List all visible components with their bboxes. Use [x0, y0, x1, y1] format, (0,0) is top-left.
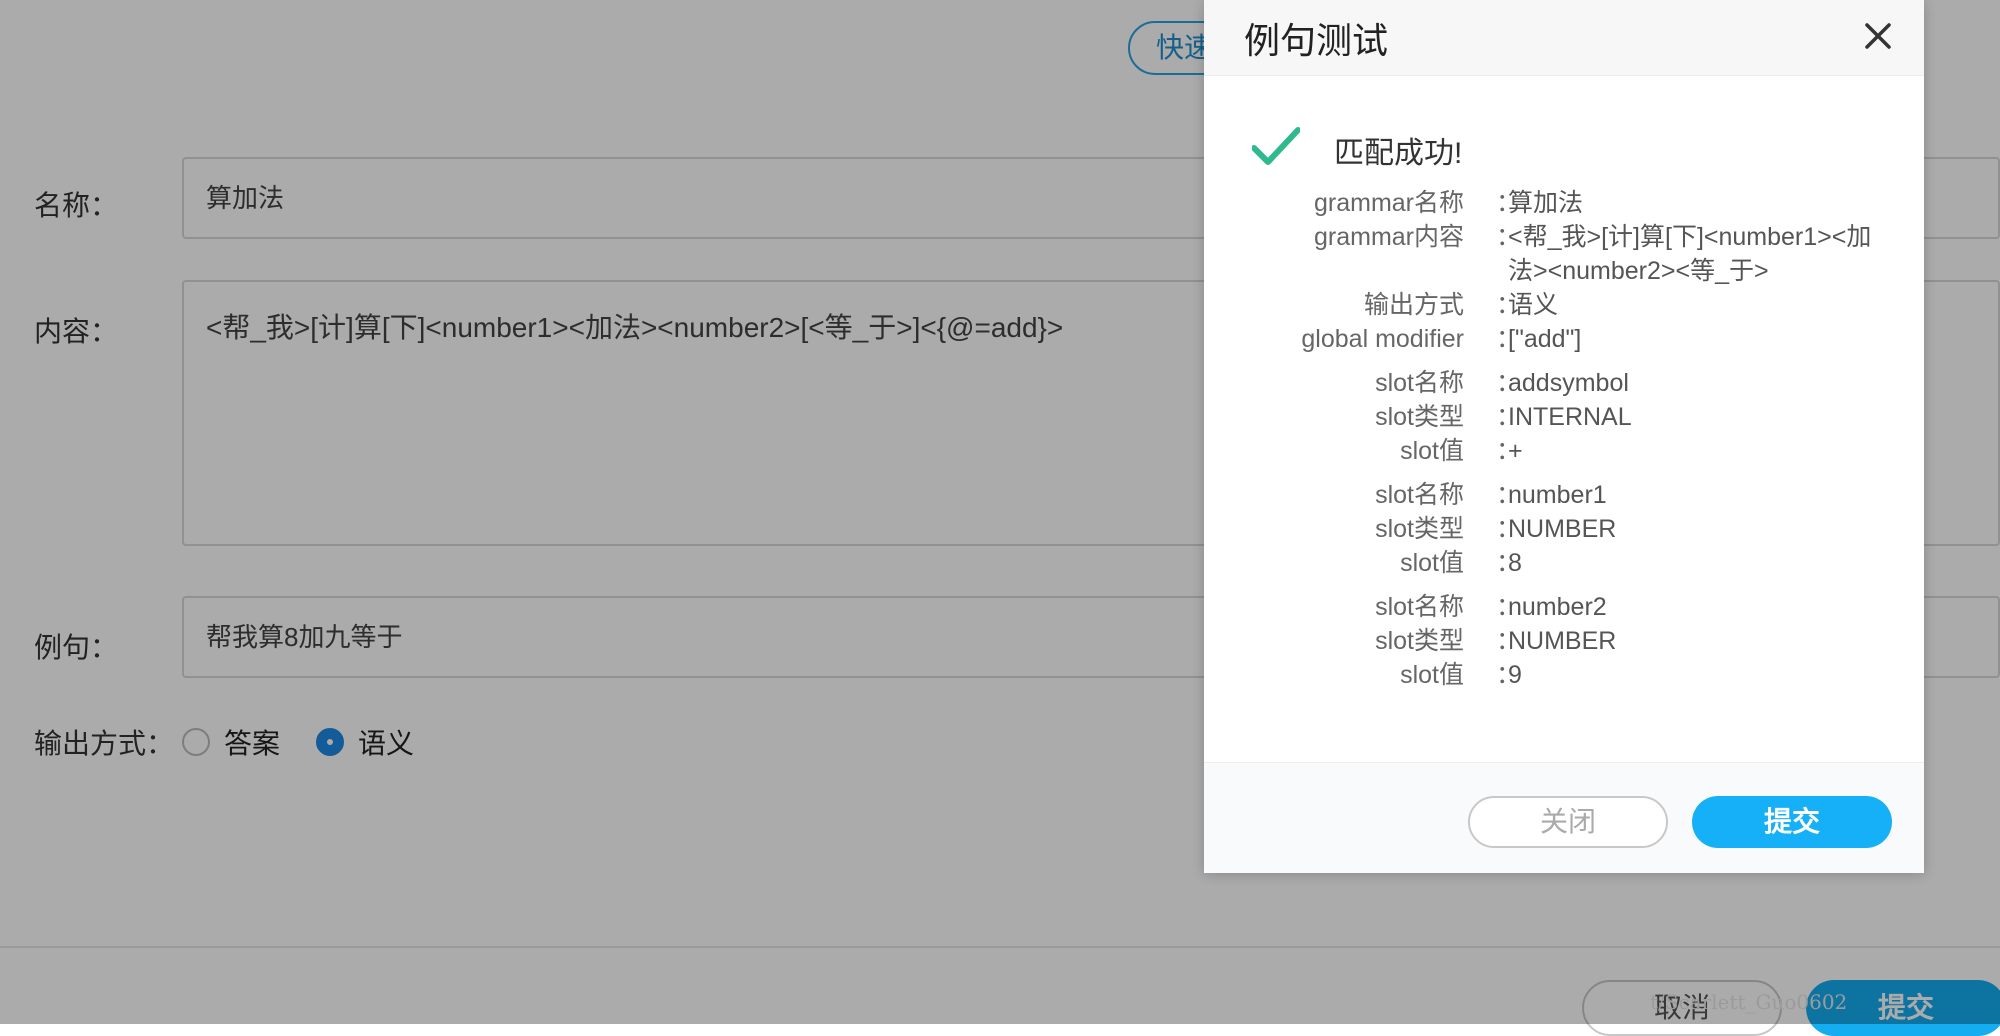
slot-key: slot值: [1400, 437, 1464, 465]
result-key: 输出方式: [1363, 291, 1464, 319]
slot-key: slot类型: [1375, 627, 1464, 655]
close-icon[interactable]: [1860, 18, 1896, 54]
slot-value: NUMBER: [1508, 515, 1617, 543]
result-value: 语义: [1508, 291, 1559, 319]
dialog-close-button[interactable]: 关闭: [1468, 796, 1668, 848]
dialog-title: 例句测试: [1244, 20, 1389, 61]
example-test-dialog: 例句测试 匹配成功! grammar名称 ： 算加法 grammar内容 ： <…: [1204, 0, 1924, 873]
dialog-submit-button[interactable]: 提交: [1692, 796, 1892, 848]
slot-key: slot名称: [1375, 369, 1464, 397]
result-value: <帮_我>[计]算[下]<number1><加法><number2><等_于>: [1508, 223, 1872, 285]
slot-key: slot类型: [1375, 403, 1464, 431]
slot-key: slot名称: [1375, 481, 1464, 509]
slot-value: number2: [1508, 593, 1607, 621]
slot-key: slot类型: [1375, 515, 1464, 543]
slot-value: NUMBER: [1508, 627, 1617, 655]
result-key: grammar名称: [1313, 189, 1464, 217]
match-success-text: 匹配成功!: [1334, 137, 1463, 170]
check-icon: [1252, 127, 1300, 165]
slot-value: INTERNAL: [1508, 403, 1632, 431]
slot-key: slot值: [1400, 549, 1464, 577]
slot-value: 9: [1508, 661, 1522, 689]
slot-value: 8: [1508, 549, 1522, 577]
result-value: ["add"]: [1508, 325, 1582, 353]
slot-key: slot值: [1400, 661, 1464, 689]
result-key: grammar内容: [1313, 223, 1464, 251]
dialog-footer: 关闭 提交: [1204, 762, 1924, 873]
slot-value: addsymbol: [1508, 369, 1629, 397]
result-value: 算加法: [1508, 189, 1584, 217]
result-key: global modifier: [1301, 325, 1464, 353]
slot-value: +: [1508, 437, 1523, 465]
slot-value: number1: [1508, 481, 1607, 509]
slot-key: slot名称: [1375, 593, 1464, 621]
dialog-body: 匹配成功! grammar名称 ： 算加法 grammar内容 ： <帮_我>[…: [1204, 76, 1924, 762]
dialog-header: 例句测试: [1204, 0, 1924, 76]
